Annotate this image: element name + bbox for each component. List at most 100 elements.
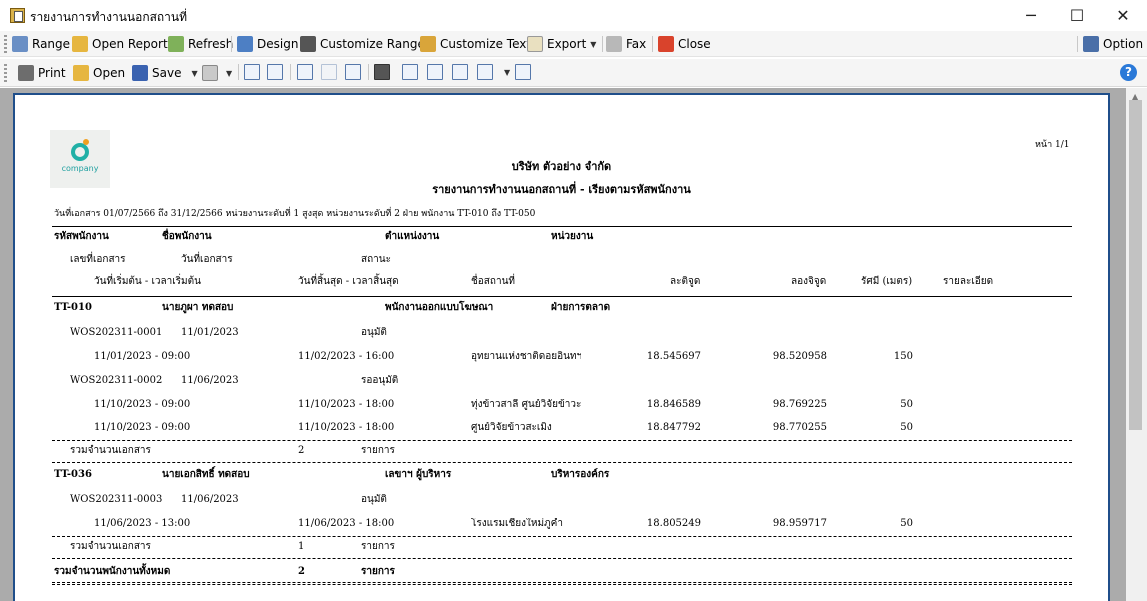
separator — [238, 64, 239, 80]
group-total-line — [52, 440, 1072, 441]
main-toolbar: Range Open Report Refresh Design Customi… — [0, 31, 1147, 57]
scrollbar-thumb[interactable] — [1129, 100, 1142, 430]
help-icon[interactable]: ? — [1120, 64, 1137, 81]
line-lat: 18.545697 — [646, 351, 701, 362]
logo-mark — [71, 143, 89, 161]
option-label: Option — [1103, 37, 1144, 51]
range-button[interactable]: Range — [12, 34, 70, 54]
design-button[interactable]: Design — [237, 34, 298, 54]
option-button[interactable]: Option — [1083, 34, 1143, 54]
line-start: 11/06/2023 - 13:00 — [94, 518, 191, 529]
save-button[interactable]: Save ▼ — [132, 63, 198, 83]
design-pencil-icon — [237, 36, 253, 52]
fax-label: Fax — [626, 37, 647, 51]
company-logo: company — [50, 130, 110, 188]
fax-button[interactable]: Fax — [606, 34, 646, 54]
group-department: ฝ่ายการตลาด — [551, 302, 611, 313]
group-total-unit: รายการ — [361, 445, 395, 456]
header-detail: รายละเอียด — [943, 276, 994, 287]
report-title: รายงานการทำงานนอกสถานที่ - เรียงตามรหัสพ… — [432, 183, 691, 196]
separator — [290, 64, 291, 80]
close-window-button[interactable]: ✕ — [1100, 0, 1146, 31]
toolbar-grip[interactable] — [4, 35, 7, 53]
customize-range-label: Customize Range — [320, 37, 425, 51]
zoom-page-width-icon[interactable] — [402, 64, 418, 80]
group-total-unit: รายการ — [361, 541, 395, 552]
export-button[interactable]: Export ▼ — [527, 34, 596, 54]
refresh-icon — [168, 36, 184, 52]
line-place: อุทยานแห่งชาติดอยอินทฯ — [471, 351, 581, 362]
maximize-button[interactable]: ☐ — [1054, 0, 1100, 31]
header-radius: รัศมี (เมตร) — [861, 276, 913, 287]
header-position: ตำแหน่งงาน — [385, 231, 440, 242]
grand-total-count: 2 — [298, 566, 305, 577]
vertical-scrollbar[interactable]: ▲ — [1126, 88, 1147, 601]
group-total-count: 1 — [298, 541, 305, 552]
window-title: รายงานการทำงานนอกสถานที่ — [30, 10, 188, 24]
open-report-label: Open Report — [92, 37, 168, 51]
binoculars-find-icon[interactable] — [374, 64, 390, 80]
send-button[interactable]: ▼ — [202, 63, 232, 83]
option-icon — [1083, 36, 1099, 52]
line-lat: 18.805249 — [646, 518, 701, 529]
group-end-line — [52, 462, 1072, 463]
open-report-button[interactable]: Open Report — [72, 34, 168, 54]
power-icon — [658, 36, 674, 52]
line-radius: 50 — [900, 422, 913, 433]
printer-icon — [18, 65, 34, 81]
separator — [652, 36, 653, 52]
minimize-button[interactable]: ─ — [1008, 0, 1054, 31]
floppy-disk-icon — [132, 65, 148, 81]
page-setup-icon[interactable] — [297, 64, 313, 80]
header-start: วันที่เริ่มต้น - เวลาเริ่มต้น — [94, 276, 201, 287]
header-doc-no: เลขที่เอกสาร — [70, 254, 126, 265]
header-lon: ลองจิจูด — [791, 276, 827, 287]
line-lon: 98.959717 — [772, 518, 827, 529]
grand-total-label: รวมจำนวนพนักงานทั้งหมด — [54, 566, 171, 577]
open-button[interactable]: Open — [73, 63, 125, 83]
line-start: 11/01/2023 - 09:00 — [94, 351, 191, 362]
chevron-down-icon[interactable]: ▼ — [590, 40, 596, 49]
close-report-button[interactable]: Close — [658, 34, 711, 54]
chevron-down-icon[interactable]: ▼ — [504, 68, 510, 77]
toolbar-grip[interactable] — [4, 64, 7, 82]
line-place: โรงแรมเชียงใหม่ภูคำ — [471, 518, 563, 529]
group-emp-code: TT-036 — [54, 469, 92, 480]
report-page: company หน้า 1/1 บริษัท ตัวอย่าง จำกัด ร… — [13, 93, 1110, 601]
edit-page-icon[interactable] — [244, 64, 260, 80]
print-button[interactable]: Print — [18, 63, 66, 83]
single-page-icon[interactable] — [427, 64, 443, 80]
line-radius: 50 — [900, 399, 913, 410]
refresh-button[interactable]: Refresh — [168, 34, 233, 54]
customize-range-button[interactable]: Customize Range — [300, 34, 425, 54]
doc-date: 11/06/2023 — [181, 494, 239, 505]
two-pages-icon[interactable] — [452, 64, 468, 80]
chevron-down-icon[interactable]: ▼ — [191, 69, 197, 78]
design-label: Design — [257, 37, 299, 51]
report-criteria: วันที่เอกสาร 01/07/2566 ถึง 31/12/2566 ห… — [54, 209, 536, 219]
header-status: สถานะ — [361, 254, 391, 265]
thumbnails-icon[interactable] — [321, 64, 337, 80]
copy-icon[interactable] — [267, 64, 283, 80]
doc-number: WOS202311-0001 — [70, 327, 163, 338]
header-doc-date: วันที่เอกสาร — [181, 254, 233, 265]
range-icon — [12, 36, 28, 52]
header-lat: ละติจูด — [670, 276, 701, 287]
customize-text-button[interactable]: Customize Text — [420, 34, 531, 54]
chevron-down-icon[interactable]: ▼ — [226, 69, 232, 78]
line-end: 11/10/2023 - 18:00 — [298, 422, 395, 433]
line-place: ทุ่งข้าวสาลี ศูนย์วิจัยข้าวะ — [471, 399, 581, 410]
print-label: Print — [38, 66, 66, 80]
send-icon — [202, 65, 218, 81]
group-total-count: 2 — [298, 445, 305, 456]
group-total-label: รวมจำนวนเอกสาร — [70, 445, 151, 456]
parameters-icon[interactable] — [345, 64, 361, 80]
group-emp-name: นายเอกสิทธิ์ ทดสอบ — [162, 469, 250, 480]
doc-status: อนุมัติ — [361, 327, 387, 338]
title-bar: รายงานการทำงานนอกสถานที่ ─ ☐ ✕ — [0, 0, 1147, 31]
close-label: Close — [678, 37, 711, 51]
full-screen-icon[interactable] — [515, 64, 531, 80]
line-lon: 98.770255 — [772, 422, 827, 433]
multiple-pages-icon[interactable] — [477, 64, 493, 80]
separator — [368, 64, 369, 80]
